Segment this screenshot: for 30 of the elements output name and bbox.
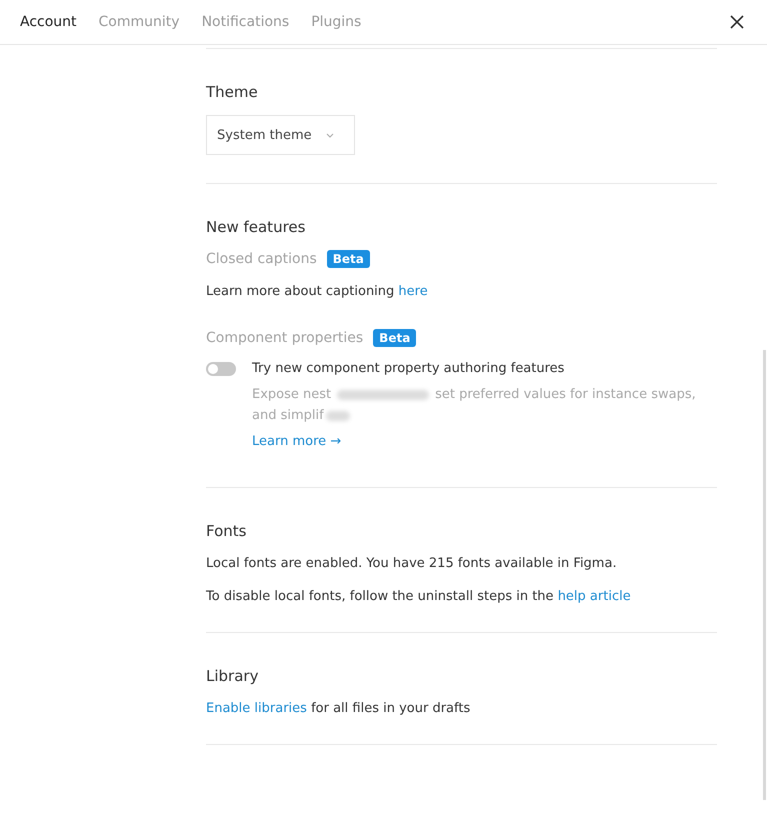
description-text: Expose nest	[252, 387, 332, 402]
learn-more-link[interactable]: Learn more →	[252, 434, 342, 449]
section-title: Theme	[206, 83, 259, 101]
help-article-link[interactable]: help article	[558, 589, 631, 604]
toggle-switch[interactable]	[206, 362, 236, 376]
library-text: Enable libraries for all files in your drafts	[206, 701, 472, 716]
settings-tab[interactable]: Notifications	[194, 14, 298, 30]
settings-tab[interactable]: Account	[12, 14, 85, 30]
caption-note: Learn more about captioning here	[206, 284, 429, 299]
feature-label: Closed captions	[206, 251, 317, 267]
section-title: New features	[206, 218, 306, 236]
beta-badge: Beta	[326, 250, 370, 268]
close-icon[interactable]	[729, 14, 745, 30]
section-title: Library	[206, 667, 260, 685]
theme-dropdown[interactable]: System theme	[206, 115, 355, 155]
blurred-smudge	[326, 410, 350, 420]
chevron-icon	[326, 132, 334, 138]
toggle-label: Try new component property authoring features	[252, 361, 564, 376]
fonts-status: Local fonts are enabled. You have 215 fonts available in Figma.	[206, 556, 618, 571]
feature-label: Component properties	[206, 330, 364, 346]
beta-badge: Beta	[373, 329, 416, 347]
here-link[interactable]: here	[398, 284, 428, 299]
description-text: and simplif	[252, 408, 324, 423]
description-text: set preferred values for instance swaps,	[435, 387, 696, 402]
scrollbar[interactable]	[763, 350, 766, 800]
settings-tab[interactable]: Plugins	[303, 14, 370, 30]
enable-libraries-link[interactable]: Enable libraries	[206, 701, 307, 716]
section-title: Fonts	[206, 522, 248, 540]
fonts-hint: To disable local fonts, follow the uninstall steps in the help article	[206, 589, 632, 604]
settings-tab[interactable]: Community	[90, 14, 188, 30]
